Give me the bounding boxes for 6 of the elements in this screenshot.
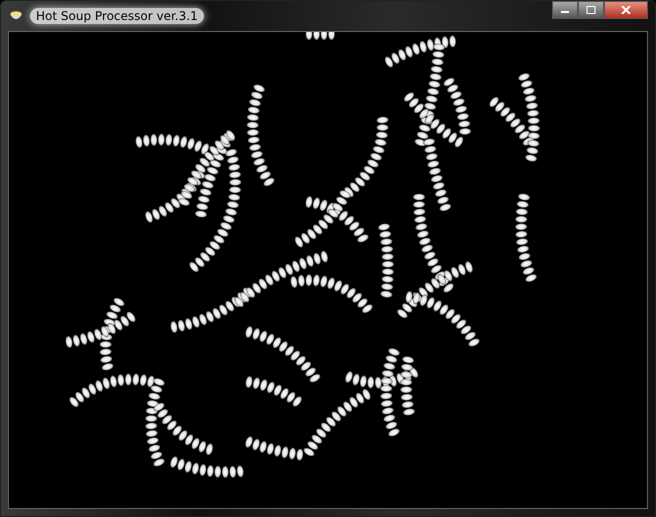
window-title: Hot Soup Processor ver.3.1 — [30, 8, 204, 24]
maximize-button[interactable] — [578, 1, 604, 19]
close-button[interactable] — [604, 1, 648, 19]
close-icon — [621, 6, 631, 14]
minimize-button[interactable] — [552, 1, 578, 19]
maximize-icon — [586, 6, 596, 14]
